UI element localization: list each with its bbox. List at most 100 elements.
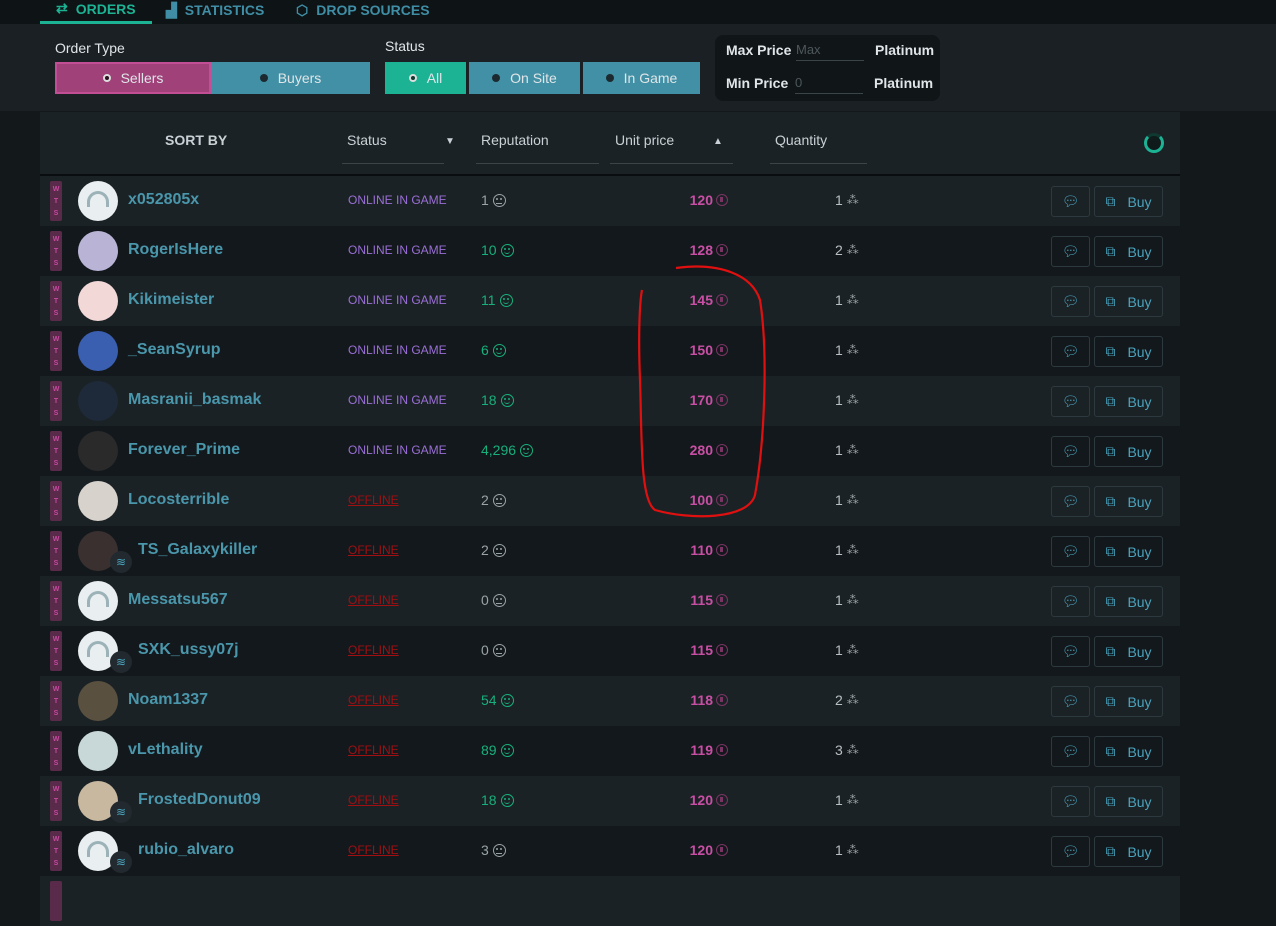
chat-button[interactable]: 💬︎ [1051, 286, 1090, 317]
user-status: ONLINE IN GAME [348, 443, 447, 457]
avatar[interactable] [78, 731, 118, 771]
price-range-box: Max Price Platinum Min Price Platinum [715, 35, 940, 101]
sort-unit-price[interactable]: Unit price [615, 132, 674, 148]
refresh-spinner-icon[interactable] [1144, 133, 1164, 153]
username-link[interactable]: Noam1337 [128, 691, 208, 709]
cubes-icon: ⁂ [846, 243, 859, 257]
unit-price: 128 [690, 242, 728, 258]
chat-button[interactable]: 💬︎ [1051, 386, 1090, 417]
buy-button[interactable]: ⧉ Buy [1094, 536, 1163, 567]
username-link[interactable]: Masranii_basmak [128, 391, 261, 409]
chat-button[interactable]: 💬︎ [1051, 836, 1090, 867]
avatar[interactable] [78, 431, 118, 471]
status-in-game-toggle[interactable]: In Game [583, 62, 700, 94]
chat-button[interactable]: 💬︎ [1051, 686, 1090, 717]
chat-button[interactable]: 💬︎ [1051, 536, 1090, 567]
sort-desc-icon: ▼ [445, 136, 455, 147]
username-link[interactable]: rubio_alvaro [138, 841, 234, 859]
quantity: 2 ⁂ [835, 242, 859, 258]
tab-drop-sources[interactable]: ⬡ DROP SOURCES [296, 0, 430, 24]
username-link[interactable]: FrostedDonut09 [138, 791, 261, 809]
chat-button[interactable]: 💬︎ [1051, 436, 1090, 467]
wts-badge: WTS [50, 381, 62, 421]
buy-button[interactable]: ⧉ Buy [1094, 436, 1163, 467]
username-link[interactable]: SXK_ussy07j [138, 641, 239, 659]
username-link[interactable]: x052805x [128, 191, 199, 209]
cubes-icon: ⁂ [846, 793, 859, 807]
copy-icon: ⧉ [1105, 743, 1116, 759]
buy-button[interactable]: ⧉ Buy [1094, 736, 1163, 767]
table-row: WTS Forever_Prime ONLINE IN GAME 4,296 2… [40, 426, 1180, 476]
min-price-input[interactable] [795, 72, 863, 94]
avatar[interactable] [78, 581, 118, 621]
buy-button[interactable]: ⧉ Buy [1094, 836, 1163, 867]
username-link[interactable]: vLethality [128, 741, 203, 759]
neutral-face-icon [492, 643, 506, 657]
avatar[interactable] [78, 681, 118, 721]
max-price-label: Max Price [726, 42, 792, 58]
chat-button[interactable]: 💬︎ [1051, 586, 1090, 617]
chat-button[interactable]: 💬︎ [1051, 236, 1090, 267]
buy-button[interactable]: ⧉ Buy [1094, 486, 1163, 517]
wts-badge: WTS [50, 631, 62, 671]
radio-selected-icon [408, 74, 417, 82]
buy-button[interactable]: ⧉ Buy [1094, 686, 1163, 717]
table-row: WTS RogerIsHere ONLINE IN GAME 10 128 2 ⁂… [40, 226, 1180, 276]
chat-button[interactable]: 💬︎ [1051, 486, 1090, 517]
tab-statistics[interactable]: ▟ STATISTICS [166, 0, 264, 24]
sort-quantity[interactable]: Quantity [775, 132, 827, 148]
reputation: 89 [481, 742, 514, 758]
chat-button[interactable]: 💬︎ [1051, 736, 1090, 767]
buy-button[interactable]: ⧉ Buy [1094, 386, 1163, 417]
cubes-icon: ⁂ [846, 393, 859, 407]
username-link[interactable]: Messatsu567 [128, 591, 228, 609]
chat-button[interactable]: 💬︎ [1051, 636, 1090, 667]
buy-button[interactable]: ⧉ Buy [1094, 336, 1163, 367]
tab-orders[interactable]: ⇄ ORDERS [40, 0, 152, 24]
wts-badge: WTS [50, 681, 62, 721]
table-row: WTS vLethality OFFLINE 89 119 3 ⁂ 💬︎ ⧉ Buy [40, 726, 1180, 776]
sort-by-label: SORT BY [165, 132, 228, 148]
avatar[interactable] [78, 481, 118, 521]
username-link[interactable]: TS_Galaxykiller [138, 541, 257, 559]
chat-button[interactable]: 💬︎ [1051, 786, 1090, 817]
radio-icon [259, 74, 268, 82]
avatar[interactable] [78, 331, 118, 371]
buyers-toggle[interactable]: Buyers [211, 62, 370, 94]
buy-button[interactable]: ⧉ Buy [1094, 236, 1163, 267]
status-all-toggle[interactable]: All [385, 62, 466, 94]
platinum-icon [716, 844, 728, 856]
buy-button[interactable]: ⧉ Buy [1094, 186, 1163, 217]
buy-button[interactable]: ⧉ Buy [1094, 286, 1163, 317]
username-link[interactable]: Locosterrible [128, 491, 229, 509]
user-status: OFFLINE [348, 793, 399, 807]
smile-face-icon [500, 793, 514, 807]
user-status: OFFLINE [348, 843, 399, 857]
unit-price: 120 [690, 842, 728, 858]
radio-icon [492, 74, 501, 82]
copy-icon: ⧉ [1105, 493, 1116, 509]
max-price-input[interactable] [796, 39, 864, 61]
username-link[interactable]: _SeanSyrup [128, 341, 220, 359]
sort-status[interactable]: Status [347, 132, 387, 148]
avatar[interactable] [78, 381, 118, 421]
platinum-icon [716, 644, 728, 656]
avatar[interactable] [78, 181, 118, 221]
chat-button[interactable]: 💬︎ [1051, 186, 1090, 217]
username-link[interactable]: Kikimeister [128, 291, 214, 309]
user-status: OFFLINE [348, 593, 399, 607]
buy-button[interactable]: ⧉ Buy [1094, 636, 1163, 667]
status-on-site-toggle[interactable]: On Site [469, 62, 580, 94]
buy-button[interactable]: ⧉ Buy [1094, 786, 1163, 817]
buy-button[interactable]: ⧉ Buy [1094, 586, 1163, 617]
cubes-icon: ⁂ [846, 843, 859, 857]
platinum-icon [716, 744, 728, 756]
avatar[interactable] [78, 231, 118, 271]
avatar[interactable] [78, 281, 118, 321]
username-link[interactable]: Forever_Prime [128, 441, 240, 459]
sort-reputation[interactable]: Reputation [481, 132, 549, 148]
username-link[interactable]: RogerIsHere [128, 241, 223, 259]
unit-price: 170 [690, 392, 728, 408]
chat-button[interactable]: 💬︎ [1051, 336, 1090, 367]
sellers-toggle[interactable]: Sellers [55, 62, 211, 94]
